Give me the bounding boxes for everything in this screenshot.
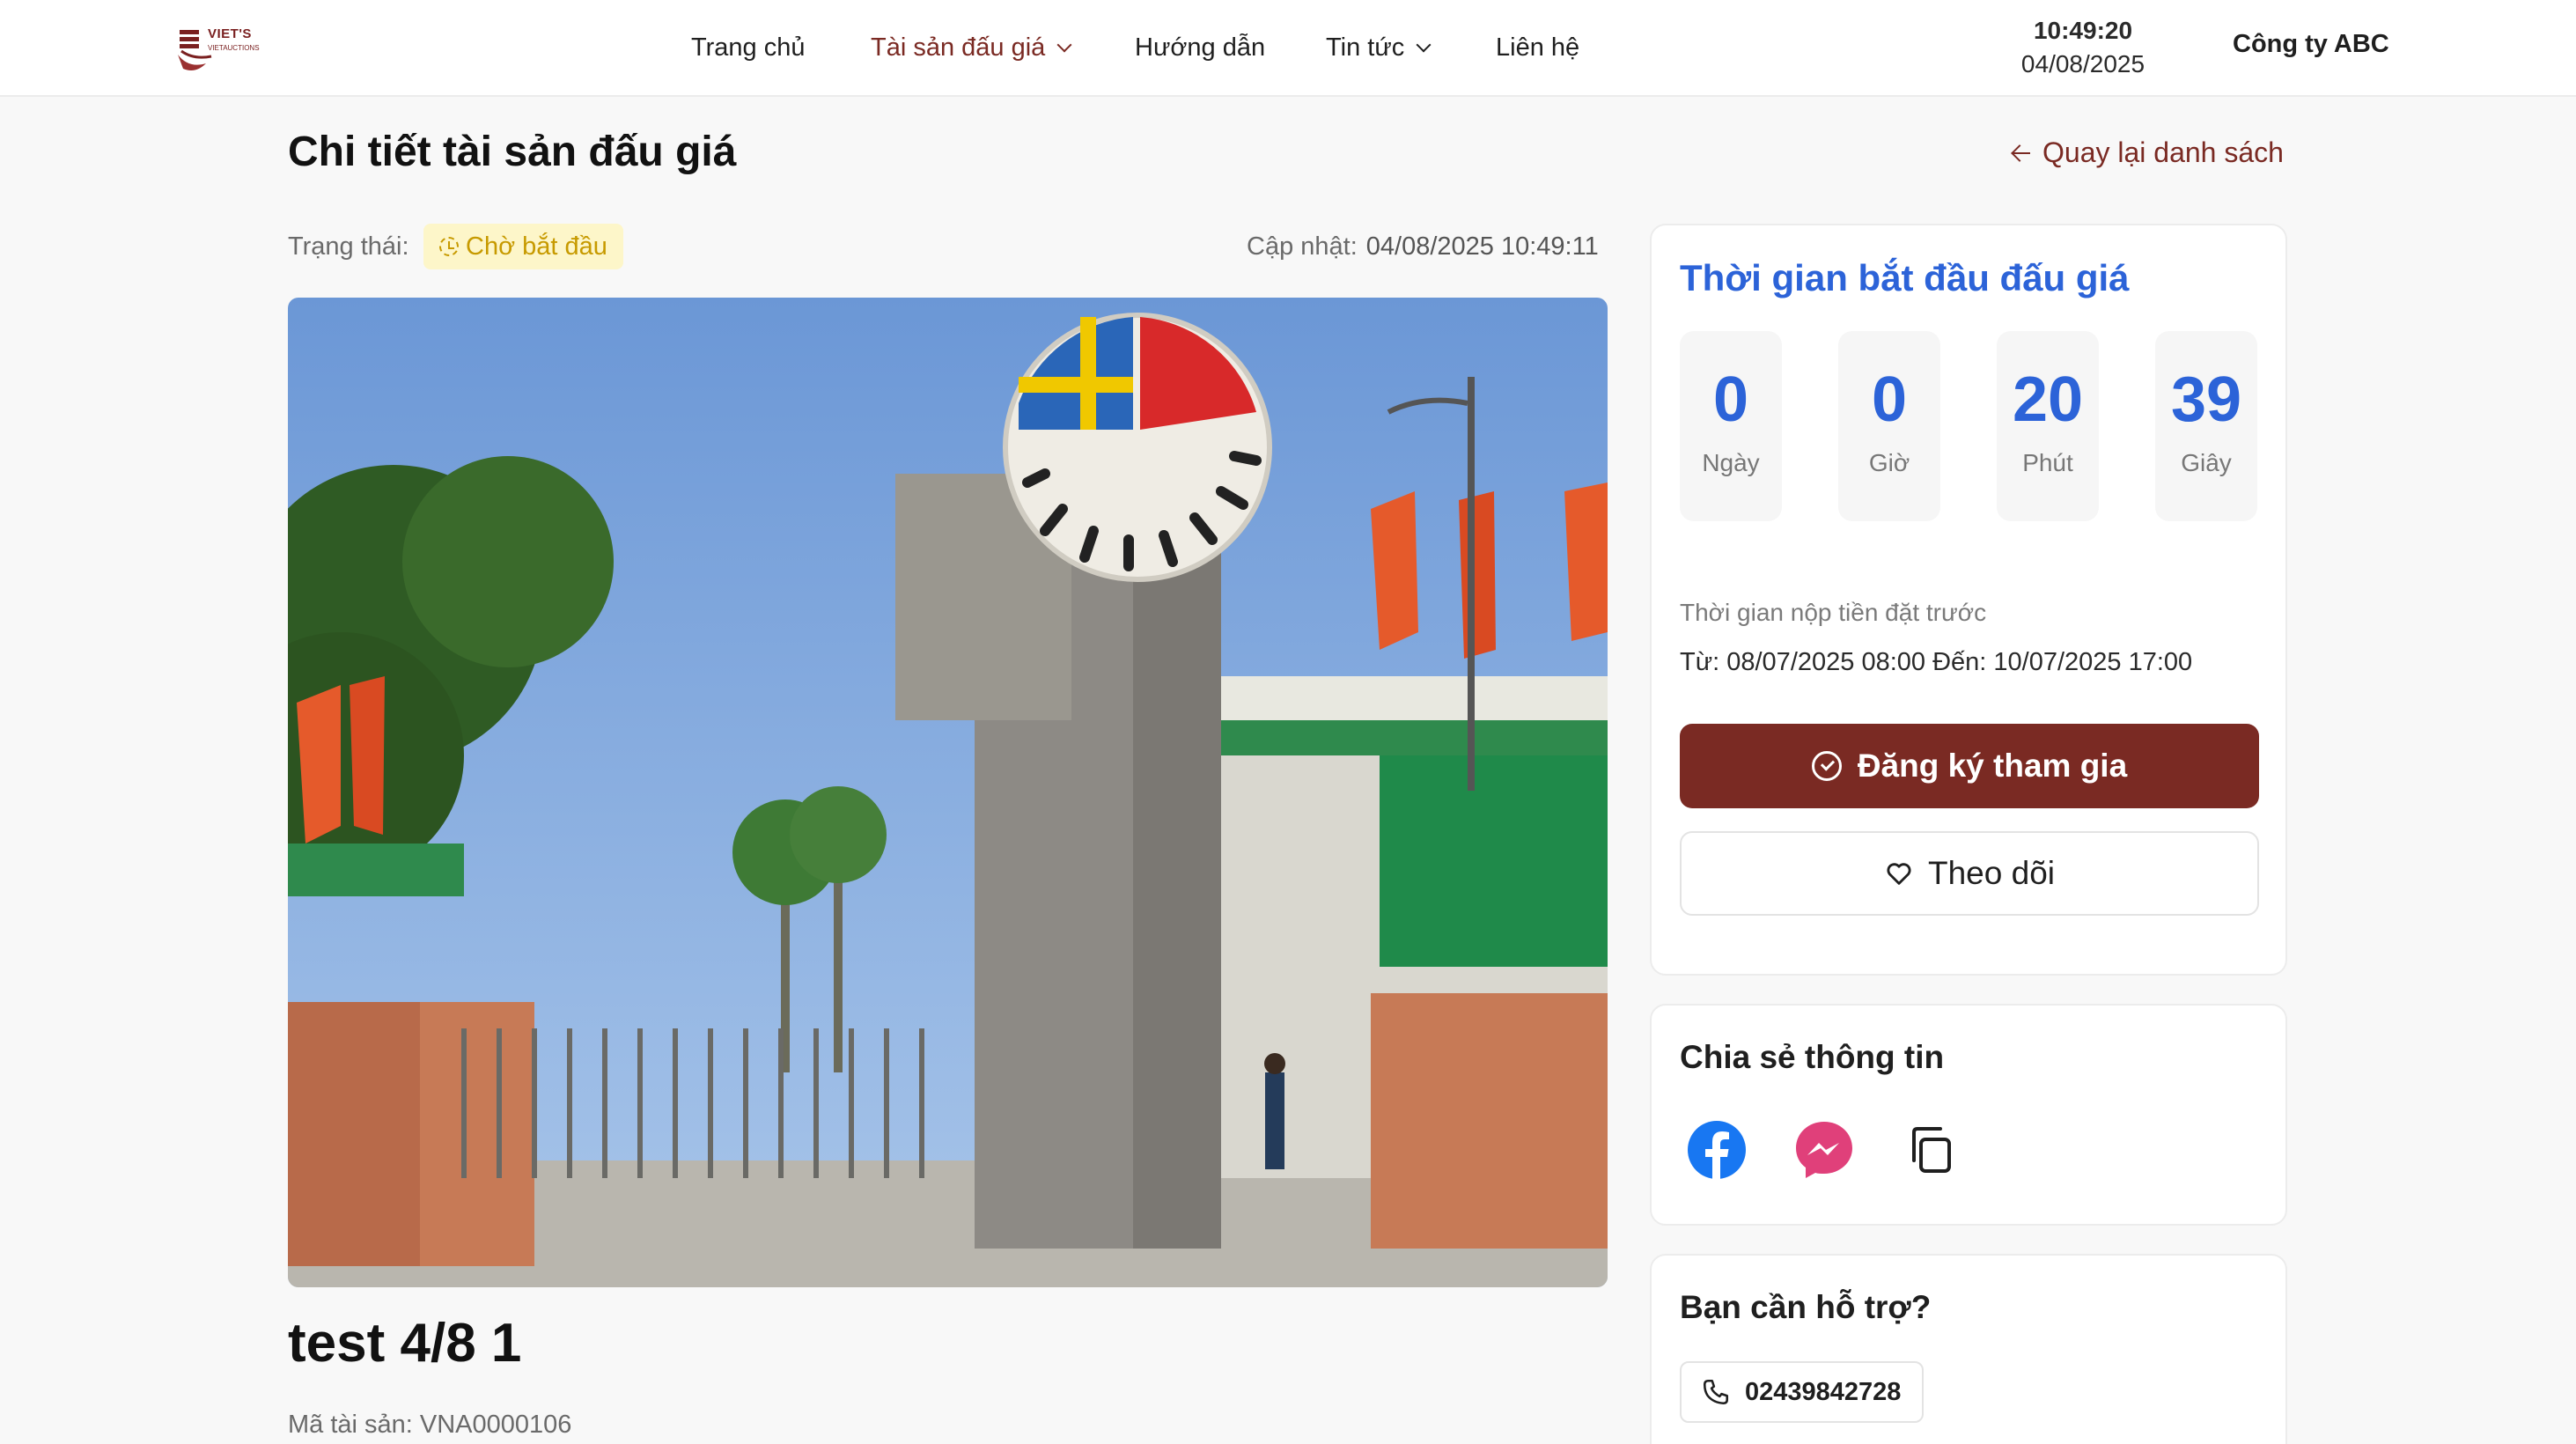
share-title: Chia sẻ thông tin <box>1680 1039 1945 1075</box>
nav-auction-assets-wrap: Tài sản đấu giá <box>871 33 1072 63</box>
countdown-hours-value: 0 <box>1871 365 1908 435</box>
support-card: Bạn cần hỗ trợ? 02439842728 <box>1650 1254 2287 1444</box>
status-badge-text: Chờ bắt đầu <box>466 232 607 261</box>
support-phone-button[interactable]: 02439842728 <box>1680 1361 1925 1423</box>
nav-news-label: Tin tức <box>1326 33 1405 62</box>
countdown-card: Thời gian bắt đầu đấu giá 0 Ngày 0 Giờ 2… <box>1650 224 2287 976</box>
site-header: VIET'S VIETAUCTIONS Trang chủ Tài sản đấ… <box>0 0 2576 97</box>
logo-subtitle: VIETAUCTIONS <box>208 44 260 52</box>
clock-icon <box>439 237 459 256</box>
back-to-list-link[interactable]: Quay lại danh sách <box>2011 136 2284 169</box>
countdown-seconds-value: 39 <box>2170 365 2242 435</box>
heart-icon <box>1887 863 1911 885</box>
deposit-period-range: Từ: 08/07/2025 08:00 Đến: 10/07/2025 17:… <box>1680 648 2193 676</box>
messenger-icon[interactable] <box>1794 1120 1854 1180</box>
countdown-minutes-value: 20 <box>2012 365 2084 435</box>
logo-brand: VIET'S <box>208 26 252 41</box>
nav-guide[interactable]: Hướng dẫn <box>1135 0 1265 95</box>
support-title: Bạn cần hỗ trợ? <box>1680 1289 1932 1325</box>
nav-contact-label: Liên hệ <box>1496 33 1580 62</box>
countdown-seconds: 39 Giây <box>2155 331 2257 521</box>
asset-photo[interactable] <box>288 298 1608 1287</box>
countdown-minutes: 20 Phút <box>1997 331 2099 521</box>
status-label: Trạng thái: <box>288 232 409 261</box>
countdown-minutes-label: Phút <box>2022 449 2073 476</box>
countdown-days-value: 0 <box>1712 365 1749 435</box>
support-phone-number: 02439842728 <box>1745 1377 1902 1406</box>
countdown-days-label: Ngày <box>1702 449 1760 476</box>
nav-auction-assets-label: Tài sản đấu giá <box>871 33 1046 62</box>
register-button-label: Đăng ký tham gia <box>1857 748 2128 784</box>
badge-check-icon <box>1811 751 1842 781</box>
follow-button-label: Theo dõi <box>1928 855 2055 891</box>
user-company-menu[interactable]: Công ty ABC <box>2233 30 2389 59</box>
nav-auction-assets[interactable]: Tài sản đấu giá <box>871 0 1072 95</box>
share-card: Chia sẻ thông tin <box>1650 1004 2287 1226</box>
copy-icon[interactable] <box>1902 1120 1961 1180</box>
site-logo[interactable]: VIET'S VIETAUCTIONS <box>176 25 260 76</box>
status-badge: Chờ bắt đầu <box>423 224 623 269</box>
countdown-hours-label: Giờ <box>1868 449 1910 476</box>
asset-photo-image <box>288 298 1608 1287</box>
back-link-label: Quay lại danh sách <box>2042 136 2284 168</box>
page-title: Chi tiết tài sản đấu giá <box>288 129 737 175</box>
nav-contact[interactable]: Liên hệ <box>1496 0 1579 95</box>
clock-time: 10:49:20 <box>2033 17 2133 44</box>
updated-value: 04/08/2025 10:49:11 <box>1365 232 1599 261</box>
chevron-down-icon <box>1056 37 1072 53</box>
asset-code: Mã tài sản: VNA0000106 <box>288 1411 572 1439</box>
facebook-icon[interactable] <box>1687 1120 1747 1180</box>
asset-name: test 4/8 1 <box>288 1313 522 1374</box>
nav-guide-label: Hướng dẫn <box>1135 33 1266 62</box>
countdown-hours: 0 Giờ <box>1838 331 1940 521</box>
nav-home[interactable]: Trang chủ <box>691 0 806 95</box>
countdown-days: 0 Ngày <box>1680 331 1782 521</box>
register-button[interactable]: Đăng ký tham gia <box>1680 724 2259 808</box>
nav-news[interactable]: Tin tức <box>1326 0 1432 95</box>
deposit-period-label: Thời gian nộp tiền đặt trước <box>1680 599 1987 626</box>
chevron-down-icon <box>1416 37 1432 53</box>
arrow-left-icon <box>2011 144 2030 163</box>
updated-label: Cập nhật: <box>1247 232 1358 261</box>
clock-date: 04/08/2025 <box>2020 50 2145 77</box>
share-icons <box>1687 1120 1961 1180</box>
nav-home-label: Trang chủ <box>691 33 806 62</box>
phone-icon <box>1703 1379 1729 1405</box>
countdown-title: Thời gian bắt đầu đấu giá <box>1680 257 2130 298</box>
updated-info: Cập nhật: 04/08/2025 10:49:11 <box>1247 232 1599 262</box>
nav-news-wrap: Tin tức <box>1326 33 1432 63</box>
follow-button[interactable]: Theo dõi <box>1680 831 2259 916</box>
header-clock: 10:49:20 04/08/2025 <box>2013 14 2153 81</box>
countdown-seconds-label: Giây <box>2181 449 2232 476</box>
